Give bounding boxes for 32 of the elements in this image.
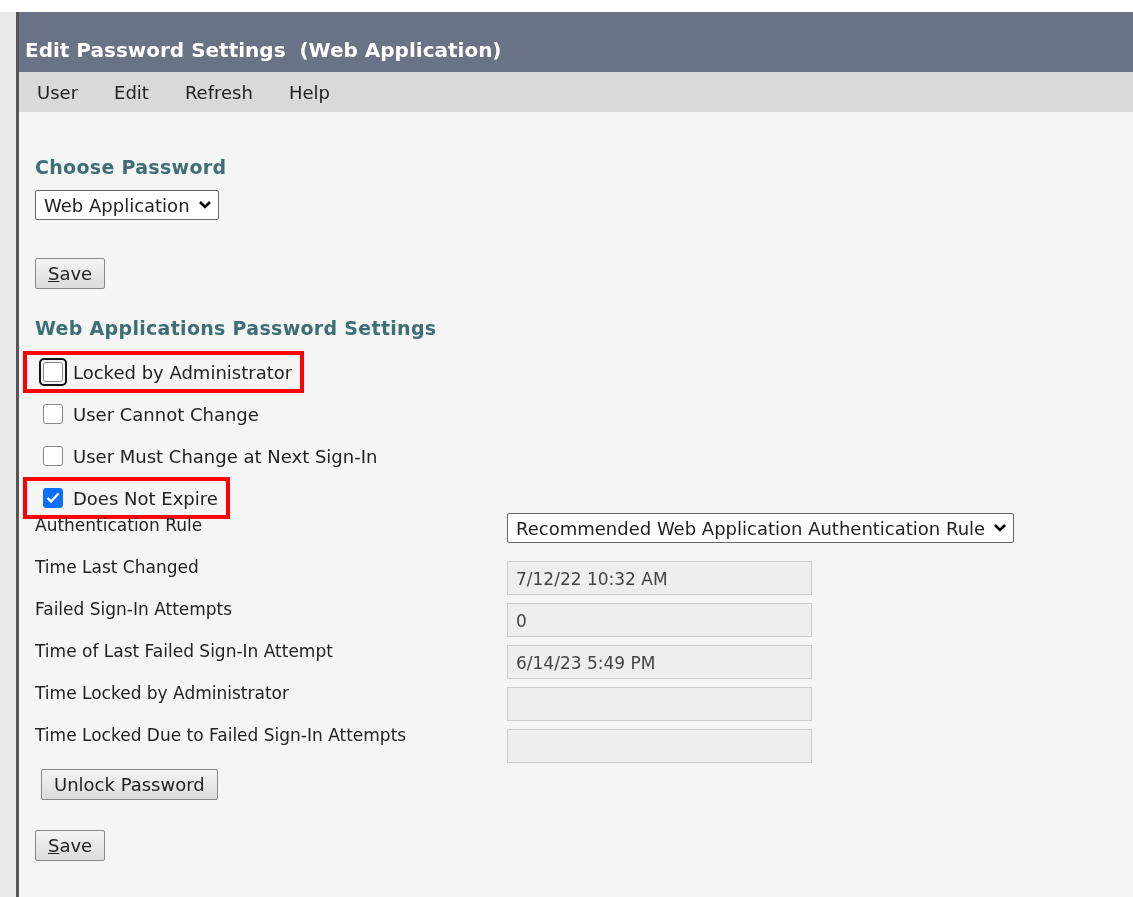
menu-item[interactable]: User: [37, 81, 79, 103]
field-label: Time of Last Failed Sign-In Attempt: [35, 641, 334, 661]
checkbox-label: Locked by Administrator: [73, 361, 293, 383]
window-title: Edit Password Settings (Web Application): [19, 12, 1133, 72]
chevron-down-icon: [993, 523, 1008, 533]
checkbox-label: User Must Change at Next Sign-In: [73, 445, 378, 467]
checkbox[interactable]: [43, 404, 63, 424]
readonly-field[interactable]: [507, 729, 812, 763]
menu-item[interactable]: Edit: [114, 81, 149, 103]
checkbox[interactable]: [43, 488, 63, 508]
chevron-down-icon: [197, 200, 212, 210]
readonly-field[interactable]: 6/14/23 5:49 PM: [507, 645, 812, 679]
password-select[interactable]: Web Application: [35, 190, 219, 220]
rule-select[interactable]: Recommended Web Application Authentication Rule: [507, 513, 1015, 543]
save-button[interactable]: Save: [35, 258, 106, 289]
checkbox-label: Does Not Expire: [73, 487, 218, 509]
readonly-field[interactable]: 0: [507, 603, 812, 637]
readonly-field[interactable]: [507, 687, 812, 721]
field-label: Failed Sign-In Attempts: [35, 599, 234, 619]
save-button[interactable]: Save: [35, 830, 106, 861]
field-label: Authentication Rule: [35, 515, 204, 535]
checkbox[interactable]: [43, 446, 63, 466]
field-label: Time Locked by Administrator: [35, 683, 290, 703]
menu-item[interactable]: Refresh: [184, 81, 253, 103]
menu-item[interactable]: Help: [288, 81, 330, 103]
unlock-button[interactable]: Unlock Password: [41, 769, 218, 800]
section-heading: Web Applications Password Settings: [35, 317, 438, 339]
section-heading: Choose Password: [35, 156, 228, 178]
checkbox-label: User Cannot Change: [73, 403, 259, 425]
field-label: Time Locked Due to Failed Sign-In Attempts: [35, 725, 408, 745]
readonly-field[interactable]: 7/12/22 10:32 AM: [507, 561, 812, 595]
field-label: Time Last Changed: [35, 557, 200, 577]
